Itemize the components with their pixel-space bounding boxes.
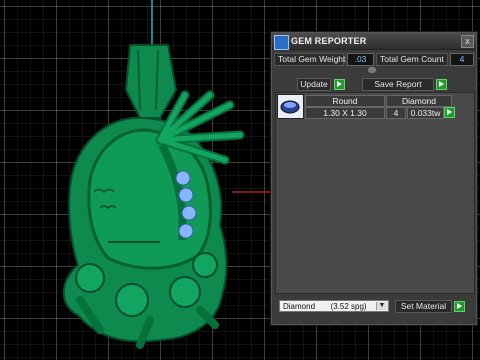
set-material-go-arrow-icon[interactable] bbox=[454, 301, 465, 312]
gem-list[interactable]: Round Diamond 1.30 X 1.30 4 0.033tw bbox=[275, 92, 475, 294]
pendant-model bbox=[62, 44, 245, 349]
panel-titlebar[interactable]: GEM REPORTER x bbox=[272, 33, 476, 50]
material-select-value: Diamond (3.52 spg) bbox=[283, 302, 367, 311]
gem-4 bbox=[178, 223, 194, 239]
total-gem-count-label: Total Gem Count bbox=[376, 53, 448, 66]
total-gem-weight-label: Total Gem Weight bbox=[274, 53, 345, 66]
gem-2 bbox=[178, 187, 194, 203]
set-material-button[interactable]: Set Material bbox=[395, 300, 452, 313]
panel-title: GEM REPORTER bbox=[291, 36, 367, 46]
collapse-arrow-icon[interactable] bbox=[368, 67, 376, 73]
gem-thumbnail-icon bbox=[277, 94, 304, 119]
pendant-bail bbox=[124, 44, 178, 119]
save-report-go-arrow-icon[interactable] bbox=[436, 79, 447, 90]
gem-1 bbox=[175, 170, 191, 186]
gem-row-go-arrow-icon[interactable] bbox=[444, 107, 455, 118]
gem-reporter-icon bbox=[274, 35, 289, 50]
update-button[interactable]: Update bbox=[297, 78, 331, 91]
save-report-button[interactable]: Save Report bbox=[362, 78, 434, 91]
material-select[interactable]: Diamond (3.52 spg) ▼ bbox=[279, 300, 389, 312]
total-gem-weight-value: .03 bbox=[347, 53, 374, 66]
material-header: Diamond bbox=[386, 95, 452, 107]
gem-count-cell: 4 bbox=[386, 107, 406, 119]
gem-size-cell: 1.30 X 1.30 bbox=[305, 107, 385, 119]
gem-weight-cell: 0.033tw bbox=[407, 107, 444, 119]
close-icon[interactable]: x bbox=[461, 35, 474, 48]
update-go-arrow-icon[interactable] bbox=[334, 79, 345, 90]
gem-reporter-panel: GEM REPORTER x Total Gem Weight .03 Tota… bbox=[270, 31, 478, 326]
shape-header: Round bbox=[305, 95, 385, 107]
dropdown-arrow-icon[interactable]: ▼ bbox=[376, 302, 387, 310]
gem-3 bbox=[181, 205, 197, 221]
total-gem-count-value: 4 bbox=[450, 53, 474, 66]
